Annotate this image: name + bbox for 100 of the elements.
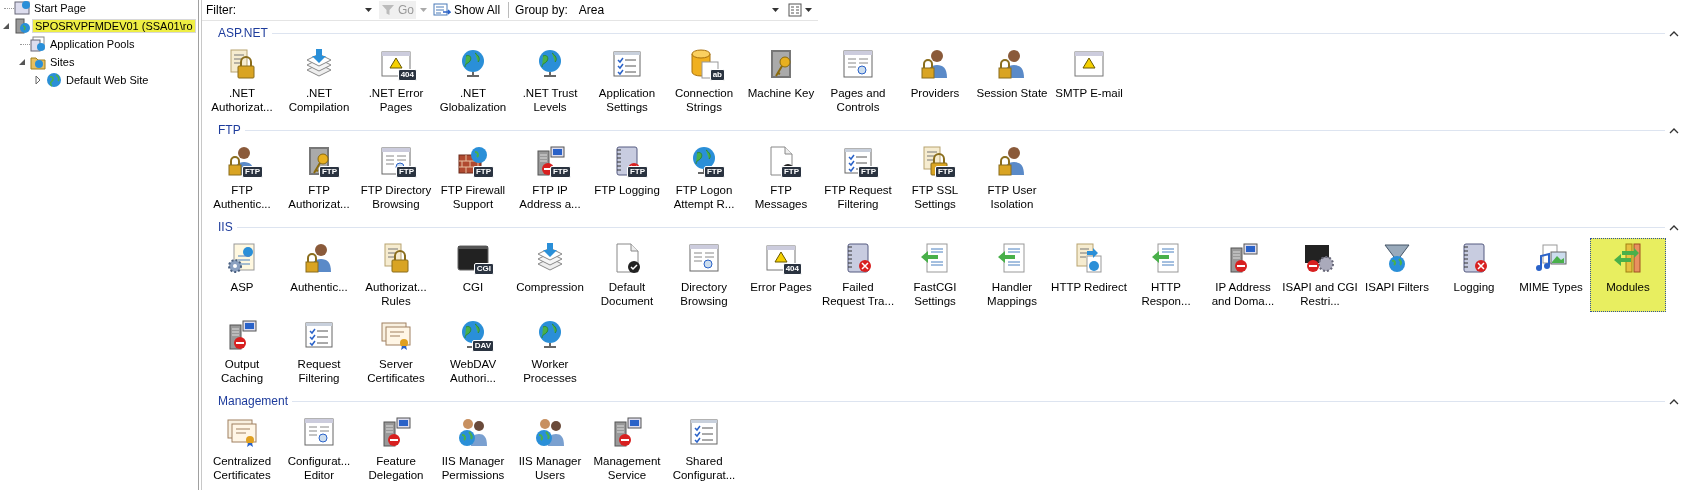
feature-button[interactable]: Authorizat... Rules [358,238,434,312]
icon-badge: FTP [780,166,802,178]
icon-badge: 404 [397,69,417,81]
feature-button[interactable]: Default Document [589,238,665,312]
feature-button[interactable]: Worker Processes [512,315,588,389]
collapse-icon[interactable] [1669,29,1679,37]
feature-button[interactable]: Shared Configurat... [666,412,742,486]
feature-button[interactable]: Directory Browsing [666,238,742,312]
feature-button[interactable]: Management Service [589,412,665,486]
funnel-icon [381,3,395,17]
feature-button[interactable]: Session State [974,44,1050,118]
checklist-icon [303,319,335,351]
tree-item[interactable]: Start Page [32,2,88,14]
feature-button[interactable]: IIS Manager Users [512,412,588,486]
icon-badge: CGI [473,263,494,275]
feature-button[interactable]: IP Address and Doma... [1205,238,1281,312]
feature-button[interactable]: FTP FTP Firewall Support [435,141,511,215]
feature-button[interactable]: IIS Manager Permissions [435,412,511,486]
feature-button[interactable]: FTP FTP Logging [589,141,665,215]
feature-button[interactable]: FTP FTP IP Address a... [512,141,588,215]
server-icon [1227,242,1259,274]
feature-button[interactable]: Output Caching [204,315,280,389]
feature-button[interactable]: MIME Types [1513,238,1589,312]
show-all-button[interactable]: Show All [431,1,503,19]
feature-button[interactable]: Feature Delegation [358,412,434,486]
feature-button[interactable]: FTP FTP Authentic... [204,141,280,215]
feature-button[interactable]: .NET Trust Levels [512,44,588,118]
icon-badge: FTP [549,166,571,178]
feature-button[interactable]: 404 .NET Error Pages [358,44,434,118]
window-icon [303,416,335,448]
tree-item[interactable]: Default Web Site [64,74,151,86]
group-by-label: Group by: [515,3,568,17]
tree-item[interactable]: SPOSRVPFMDEV01 (SSA01\ro [32,19,196,33]
arrow-document-icon [919,242,951,274]
arrow-document-icon [1150,242,1182,274]
feature-button[interactable]: Machine Key [743,44,819,118]
music-note-document-icon [1535,242,1567,274]
caret-icon [804,8,812,12]
dropdown-arrow-icon[interactable] [365,8,372,12]
server-globe-icon [14,18,30,34]
collapse-icon[interactable] [17,57,27,67]
collapse-icon[interactable] [1669,126,1679,134]
feature-button[interactable]: .NET Globalization [435,44,511,118]
tree-item[interactable]: Application Pools [48,38,137,50]
feature-button[interactable]: FTP FTP Logon Attempt R... [666,141,742,215]
feature-button[interactable]: SMTP E-mail [1051,44,1127,118]
terminal-icon [457,242,489,274]
feature-button[interactable]: Providers [897,44,973,118]
view-button[interactable] [785,1,814,19]
feature-button[interactable]: FTP FTP SSL Settings [897,141,973,215]
feature-button[interactable]: FTP FTP Authorizat... [281,141,357,215]
collapse-icon[interactable] [1669,397,1679,405]
tree-item[interactable]: Sites [48,56,77,68]
cylinder-icon [688,48,720,80]
people-icon [534,416,566,448]
modules-icon [1612,242,1644,274]
feature-button[interactable]: ISAPI and CGI Restri... [1282,238,1358,312]
feature-button[interactable]: Logging [1436,238,1512,312]
icon-badge: FTP [857,166,879,178]
icon-badge: FTP [472,166,494,178]
webpage-icon [765,242,797,274]
server-icon [611,416,643,448]
feature-button[interactable]: Compression [512,238,588,312]
feature-button[interactable]: Server Certificates [358,315,434,389]
dropdown-arrow-icon[interactable] [771,8,779,12]
collapse-icon[interactable] [1669,223,1679,231]
feature-button[interactable]: Pages and Controls [820,44,896,118]
feature-button[interactable]: Modules [1590,238,1666,312]
feature-button[interactable]: Failed Request Tra... [820,238,896,312]
feature-button[interactable]: ISAPI Filters [1359,238,1435,312]
feature-button[interactable]: ASP [204,238,280,312]
icon-badge: FTP [395,166,417,178]
feature-button[interactable]: Centralized Certificates [204,412,280,486]
window-icon [688,242,720,274]
feature-button[interactable]: Configurat... Editor [281,412,357,486]
feature-button[interactable]: ab Connection Strings [666,44,742,118]
feature-button[interactable]: FTP FTP Messages [743,141,819,215]
feature-button[interactable]: FTP FTP Request Filtering [820,141,896,215]
feature-button[interactable]: HTTP Redirect [1051,238,1127,312]
feature-button[interactable]: Handler Mappings [974,238,1050,312]
server-icon [226,319,258,351]
feature-button[interactable]: Authentic... [281,238,357,312]
feature-button[interactable]: 404 Error Pages [743,238,819,312]
icon-badge: FTP [626,166,648,178]
feature-button[interactable]: Request Filtering [281,315,357,389]
collapse-icon[interactable] [1,21,11,31]
feature-button[interactable]: Application Settings [589,44,665,118]
expand-icon[interactable] [33,75,43,85]
feature-button[interactable]: FastCGI Settings [897,238,973,312]
feature-button[interactable]: FTP User Isolation [974,141,1050,215]
feature-button[interactable]: FTP FTP Directory Browsing [358,141,434,215]
feature-button[interactable]: CGI CGI [435,238,511,312]
feature-button[interactable]: DAV WebDAV Authori... [435,315,511,389]
arrow-document-icon [996,242,1028,274]
view-icon [787,3,802,17]
filter-label: Filter: [206,3,236,17]
feature-button[interactable]: .NET Compilation [281,44,357,118]
feature-button[interactable]: .NET Authorizat... [204,44,280,118]
feature-button[interactable]: HTTP Respon... [1128,238,1204,312]
webpage-icon [1073,48,1105,80]
